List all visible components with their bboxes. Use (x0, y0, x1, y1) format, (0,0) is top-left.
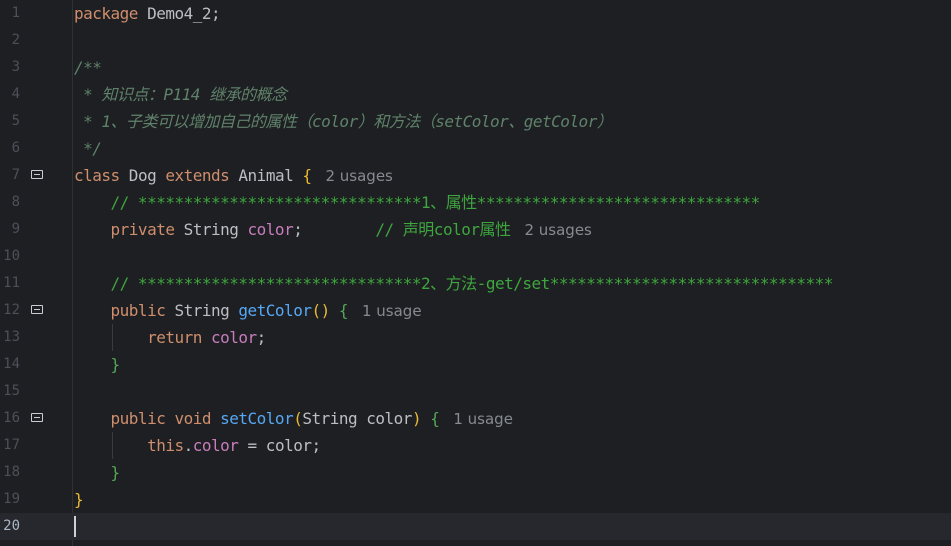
line-number: 1 (11, 5, 20, 21)
keyword: void (165, 409, 211, 428)
line-number: 15 (3, 383, 20, 399)
paren: ) (411, 409, 422, 428)
line-comment: // *******************************1、属性**… (74, 193, 761, 212)
params: String color (302, 409, 412, 428)
line-number: 19 (3, 491, 20, 507)
line-number: 9 (11, 221, 20, 237)
line-number: 18 (3, 464, 20, 480)
semicolon: ; (256, 328, 267, 347)
line-number: 11 (3, 275, 20, 291)
field-name: color (211, 328, 257, 347)
code-line[interactable]: 17 this.color = color; (0, 432, 951, 459)
line-number: 2 (11, 32, 20, 48)
line-number: 3 (11, 59, 20, 75)
code-line[interactable]: 3 /** (0, 54, 951, 81)
keyword: this (74, 436, 184, 455)
line-number: 6 (11, 140, 20, 156)
indent-guide (112, 324, 113, 351)
keyword: private (74, 220, 175, 239)
code-line[interactable]: 14 } (0, 351, 951, 378)
code-line[interactable]: 1 package Demo4_2; (0, 0, 951, 27)
code-line[interactable]: 5 * 1、子类可以增加自己的属性（color）和方法（setColor、get… (0, 108, 951, 135)
line-number: 12 (3, 302, 20, 318)
text-caret (74, 516, 76, 537)
keyword: public (74, 409, 166, 428)
paren: ( (293, 409, 303, 428)
line-number: 8 (11, 194, 20, 210)
brace: { (302, 166, 312, 185)
line-number: 13 (3, 329, 20, 345)
line-number: 16 (3, 410, 20, 426)
line-number: 7 (11, 167, 20, 183)
code-line[interactable]: 9 private String color; // 声明color属性 2 us… (0, 216, 951, 243)
code-line[interactable]: 12 public String getColor() {1 usage (0, 297, 951, 324)
line-comment: // 声明color属性 (302, 220, 511, 239)
line-comment: // *******************************2、方法-g… (74, 274, 834, 293)
code-line[interactable]: 7 class Dog extends Animal {2 usages (0, 162, 951, 189)
line-number: 20 (3, 518, 20, 534)
code-line-current[interactable]: 20 (0, 513, 951, 540)
field-name: color (192, 436, 239, 455)
keyword: return (74, 328, 202, 347)
keyword: public (74, 301, 166, 320)
code-editor[interactable]: 1 package Demo4_2; 2 3 /** 4 * 知识点：P114 … (0, 0, 951, 546)
type-name: String (165, 301, 239, 320)
keyword: class (74, 166, 120, 185)
code-line[interactable]: 6 */ (0, 135, 951, 162)
method-name: setColor (211, 409, 294, 428)
line-number: 17 (3, 437, 20, 453)
code-line[interactable]: 18 } (0, 459, 951, 486)
line-number: 5 (11, 113, 20, 129)
code-line[interactable]: 13 return color; (0, 324, 951, 351)
keyword: package (74, 4, 138, 23)
brace: } (74, 355, 121, 374)
parent-class: Animal (229, 166, 303, 185)
keyword: extends (165, 166, 230, 185)
brace: } (74, 463, 121, 482)
code-line[interactable]: 8 // *******************************1、属性… (0, 189, 951, 216)
fold-icon[interactable] (31, 170, 43, 179)
field-name: color (247, 220, 294, 239)
brace: { (329, 301, 349, 320)
indent-guide (112, 432, 113, 459)
code-line[interactable]: 15 (0, 378, 951, 405)
class-name: Dog (119, 166, 166, 185)
code-line[interactable]: 2 (0, 27, 951, 54)
brace: { (421, 409, 440, 428)
dot: . (183, 436, 194, 455)
parens: () (311, 301, 330, 320)
package-name: Demo4_2; (137, 4, 221, 23)
code-line[interactable]: 11 // *******************************2、方… (0, 270, 951, 297)
doc-comment: */ (74, 139, 102, 158)
semicolon: ; (293, 220, 303, 239)
line-number: 4 (11, 86, 20, 102)
fold-icon[interactable] (31, 305, 43, 314)
assignment: = color; (238, 436, 322, 455)
usages-hint[interactable]: 2 usages (325, 167, 392, 185)
code-line[interactable]: 19 } (0, 486, 951, 513)
brace: } (74, 490, 84, 509)
usages-hint[interactable]: 1 usage (453, 410, 513, 428)
doc-comment: * 1、子类可以增加自己的属性（color）和方法（setColor、getCo… (74, 112, 613, 131)
code-line[interactable]: 10 (0, 243, 951, 270)
usages-hint[interactable]: 2 usages (524, 221, 591, 239)
line-number: 14 (3, 356, 20, 372)
line-number: 10 (3, 248, 20, 264)
usages-hint[interactable]: 1 usage (362, 302, 422, 320)
fold-icon[interactable] (31, 413, 43, 422)
type-name: String (174, 220, 248, 239)
doc-comment: /** (74, 58, 102, 77)
method-name: getColor (238, 301, 312, 320)
code-line[interactable]: 16 public void setColor(String color) {1… (0, 405, 951, 432)
doc-comment: * 知识点：P114 继承的概念 (74, 85, 287, 104)
code-line[interactable]: 4 * 知识点：P114 继承的概念 (0, 81, 951, 108)
